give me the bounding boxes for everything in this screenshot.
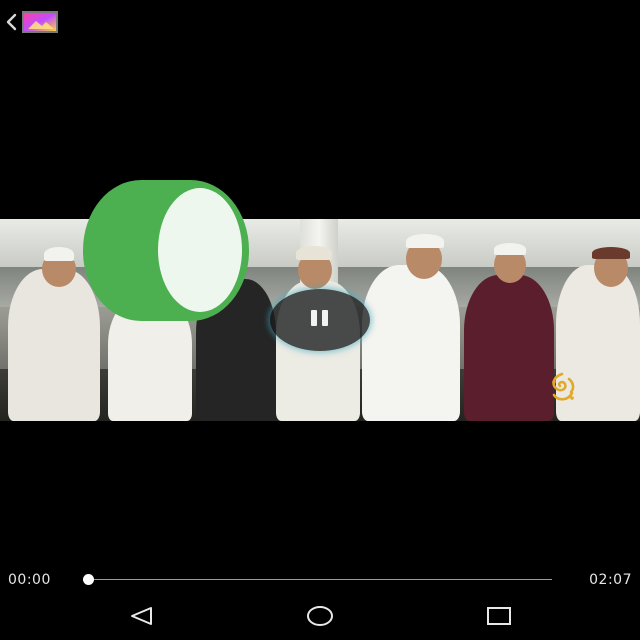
current-time: 00:00 bbox=[8, 572, 51, 588]
pause-icon bbox=[305, 307, 335, 333]
top-bar bbox=[0, 0, 640, 42]
nav-recents-button[interactable] bbox=[482, 604, 516, 632]
pause-button[interactable] bbox=[270, 289, 370, 351]
video-figure-cap bbox=[44, 247, 74, 261]
seek-bar-row: 00:00 02:07 bbox=[0, 568, 640, 592]
triangle-back-icon bbox=[128, 605, 154, 631]
video-figure-cap bbox=[296, 246, 332, 260]
green-toggle-bubble[interactable] bbox=[83, 180, 249, 321]
video-figure bbox=[464, 275, 554, 421]
nav-back-button[interactable] bbox=[124, 604, 158, 632]
chevron-left-icon bbox=[4, 10, 18, 34]
video-figure-cap bbox=[494, 243, 526, 255]
video-figure bbox=[362, 265, 460, 421]
circle-home-icon bbox=[305, 604, 335, 632]
system-nav-bar bbox=[0, 596, 640, 640]
square-recents-icon bbox=[485, 605, 513, 631]
video-player-screen: 00:00 02:07 bbox=[0, 0, 640, 640]
seek-thumb[interactable] bbox=[82, 574, 94, 585]
nav-home-button[interactable] bbox=[303, 604, 337, 632]
video-figure-cap bbox=[592, 247, 630, 259]
back-button[interactable] bbox=[4, 8, 68, 36]
seek-track[interactable] bbox=[88, 579, 552, 580]
channel-watermark-icon bbox=[545, 371, 579, 405]
video-figure-cap bbox=[406, 234, 444, 248]
total-duration: 02:07 bbox=[589, 572, 632, 588]
gallery-thumbnail-icon bbox=[22, 11, 58, 33]
